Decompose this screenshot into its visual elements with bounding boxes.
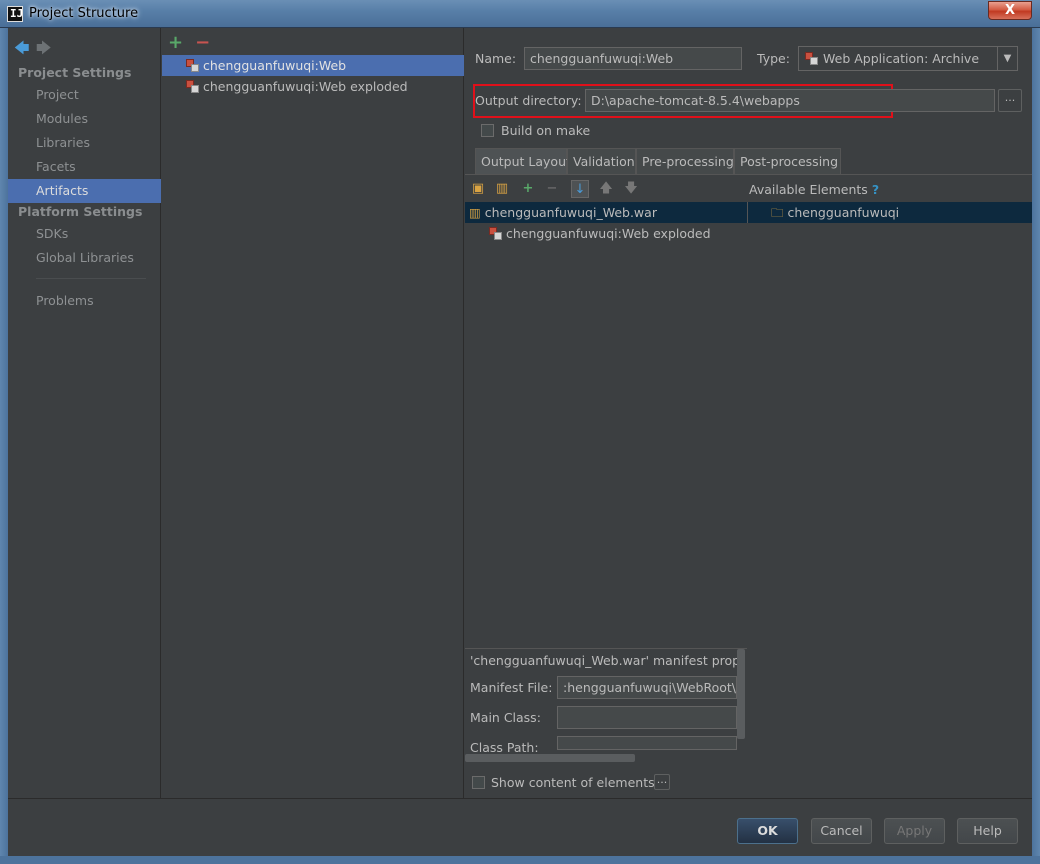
show-content-label: Show content of elements bbox=[491, 775, 655, 790]
back-arrow-icon[interactable]: 🡄 bbox=[14, 38, 32, 63]
show-content-checkbox[interactable] bbox=[472, 776, 485, 789]
intellij-app-icon: IJ bbox=[7, 6, 23, 22]
chevron-down-icon: ▼ bbox=[997, 47, 1017, 70]
project-settings-header: Project Settings bbox=[18, 65, 132, 80]
war-archive-icon: ▥ bbox=[469, 205, 481, 220]
browse-output-directory-button[interactable]: ... bbox=[998, 89, 1022, 112]
sidebar-item-facets[interactable]: Facets bbox=[8, 155, 161, 179]
layout-child-item[interactable]: chengguanfuwuqi:Web exploded bbox=[489, 223, 711, 244]
sidebar-item-libraries[interactable]: Libraries bbox=[8, 131, 161, 155]
class-path-label: Class Path: bbox=[470, 740, 539, 755]
window-close-button[interactable]: X bbox=[988, 1, 1032, 20]
add-artifact-icon[interactable]: + bbox=[168, 32, 183, 53]
available-element-label: chengguanfuwuqi bbox=[787, 205, 900, 220]
exploded-artifact-icon bbox=[186, 80, 199, 93]
window-frame-left bbox=[0, 28, 8, 864]
war-artifact-icon bbox=[186, 59, 199, 72]
manifest-file-label: Manifest File: bbox=[470, 680, 553, 695]
platform-settings-header: Platform Settings bbox=[18, 204, 143, 219]
tab-output-layout[interactable]: Output Layout bbox=[475, 148, 571, 174]
dialog-content: 🡄 🡆 Project Settings Project Modules Lib… bbox=[8, 28, 1032, 856]
move-down-icon[interactable]: 🡇 bbox=[622, 180, 640, 198]
remove-element-icon[interactable]: − bbox=[543, 180, 561, 198]
sidebar-item-project[interactable]: Project bbox=[8, 83, 161, 107]
sidebar-divider bbox=[36, 278, 146, 279]
layout-root-item[interactable]: ▥ chengguanfuwuqi_Web.war bbox=[469, 202, 657, 223]
output-directory-label: Output directory: bbox=[475, 93, 582, 108]
sidebar-item-problems[interactable]: Problems bbox=[8, 289, 161, 313]
main-class-label: Main Class: bbox=[470, 710, 541, 725]
tab-post-processing[interactable]: Post-processing bbox=[734, 148, 841, 174]
manifest-vertical-scrollbar[interactable] bbox=[737, 649, 745, 739]
ok-button[interactable]: OK bbox=[737, 818, 798, 844]
window-frame-right bbox=[1032, 28, 1040, 864]
available-element-item[interactable]: 🗀 chengguanfuwuqi bbox=[771, 202, 899, 223]
layout-toolbar: ▣ ▥ + − ↓ 🡅 🡇 Available Elements ? bbox=[465, 177, 1032, 201]
artifact-label: chengguanfuwuqi:Web exploded bbox=[203, 79, 408, 94]
type-label: Type: bbox=[757, 51, 790, 66]
sidebar-item-artifacts[interactable]: Artifacts bbox=[8, 179, 161, 203]
type-select-value: Web Application: Archive bbox=[823, 51, 980, 66]
build-on-make-label: Build on make bbox=[501, 123, 591, 138]
apply-button[interactable]: Apply bbox=[884, 818, 945, 844]
output-layout-area: ▣ ▥ + − ↓ 🡅 🡇 Available Elements ? ▥ che… bbox=[465, 174, 1032, 648]
module-folder-icon: 🗀 bbox=[771, 205, 784, 220]
bottom-separator bbox=[8, 798, 1032, 799]
archive-icon[interactable]: ▥ bbox=[493, 180, 511, 198]
manifest-header: 'chengguanfuwuqi_Web.war' manifest prope… bbox=[470, 653, 738, 668]
available-elements-label: Available Elements ? bbox=[749, 182, 880, 197]
artifact-item-web-exploded[interactable]: chengguanfuwuqi:Web exploded bbox=[162, 76, 464, 97]
title-bar: IJ Project Structure X bbox=[0, 0, 1040, 28]
help-button[interactable]: Help bbox=[957, 818, 1018, 844]
main-class-field[interactable] bbox=[557, 706, 737, 729]
manifest-horizontal-scrollbar[interactable] bbox=[465, 754, 635, 762]
manifest-file-field[interactable]: :hengguanfuwuqi\WebRoot\M bbox=[557, 676, 737, 699]
tab-pre-processing[interactable]: Pre-processing bbox=[636, 148, 734, 174]
manifest-properties-panel: 'chengguanfuwuqi_Web.war' manifest prope… bbox=[465, 648, 747, 798]
remove-artifact-icon[interactable]: − bbox=[195, 32, 210, 53]
show-content-options-button[interactable]: ... bbox=[654, 774, 670, 790]
pane-divider[interactable] bbox=[747, 202, 748, 223]
new-directory-icon[interactable]: ▣ bbox=[469, 180, 487, 198]
move-up-icon[interactable]: 🡅 bbox=[597, 180, 615, 198]
tab-validation[interactable]: Validation bbox=[567, 148, 636, 174]
output-directory-field[interactable]: D:\apache-tomcat-8.5.4\webapps bbox=[585, 89, 995, 112]
name-field[interactable]: chengguanfuwuqi:Web bbox=[524, 47, 742, 70]
class-path-field[interactable] bbox=[557, 736, 737, 750]
layout-root-label: chengguanfuwuqi_Web.war bbox=[484, 205, 657, 220]
artifacts-toolbar: + − bbox=[168, 32, 210, 53]
artifacts-list-panel: + − chengguanfuwuqi:Web chengguanfuwuqi:… bbox=[162, 28, 464, 798]
settings-sidebar: 🡄 🡆 Project Settings Project Modules Lib… bbox=[8, 28, 161, 798]
help-icon[interactable]: ? bbox=[872, 182, 879, 197]
build-on-make-checkbox[interactable] bbox=[481, 124, 494, 137]
layout-child-label: chengguanfuwuqi:Web exploded bbox=[505, 226, 711, 241]
type-select[interactable]: Web Application: Archive ▼ bbox=[798, 46, 1018, 71]
name-label: Name: bbox=[475, 51, 517, 66]
sidebar-item-global-libraries[interactable]: Global Libraries bbox=[8, 246, 161, 270]
sidebar-item-modules[interactable]: Modules bbox=[8, 107, 161, 131]
window-frame-bottom bbox=[0, 856, 1040, 864]
window-title: Project Structure bbox=[29, 6, 139, 21]
artifact-details-panel: Name: chengguanfuwuqi:Web Type: Web Appl… bbox=[465, 28, 1032, 798]
artifact-item-web[interactable]: chengguanfuwuqi:Web bbox=[162, 55, 464, 76]
forward-arrow-icon[interactable]: 🡆 bbox=[36, 38, 54, 63]
sidebar-item-sdks[interactable]: SDKs bbox=[8, 222, 161, 246]
add-element-icon[interactable]: + bbox=[519, 180, 537, 198]
sort-icon[interactable]: ↓ bbox=[571, 180, 589, 198]
cancel-button[interactable]: Cancel bbox=[811, 818, 872, 844]
exploded-artifact-icon bbox=[489, 227, 502, 240]
war-type-icon bbox=[805, 52, 818, 65]
nav-arrows: 🡄 🡆 bbox=[14, 38, 54, 63]
artifact-label: chengguanfuwuqi:Web bbox=[203, 58, 347, 73]
